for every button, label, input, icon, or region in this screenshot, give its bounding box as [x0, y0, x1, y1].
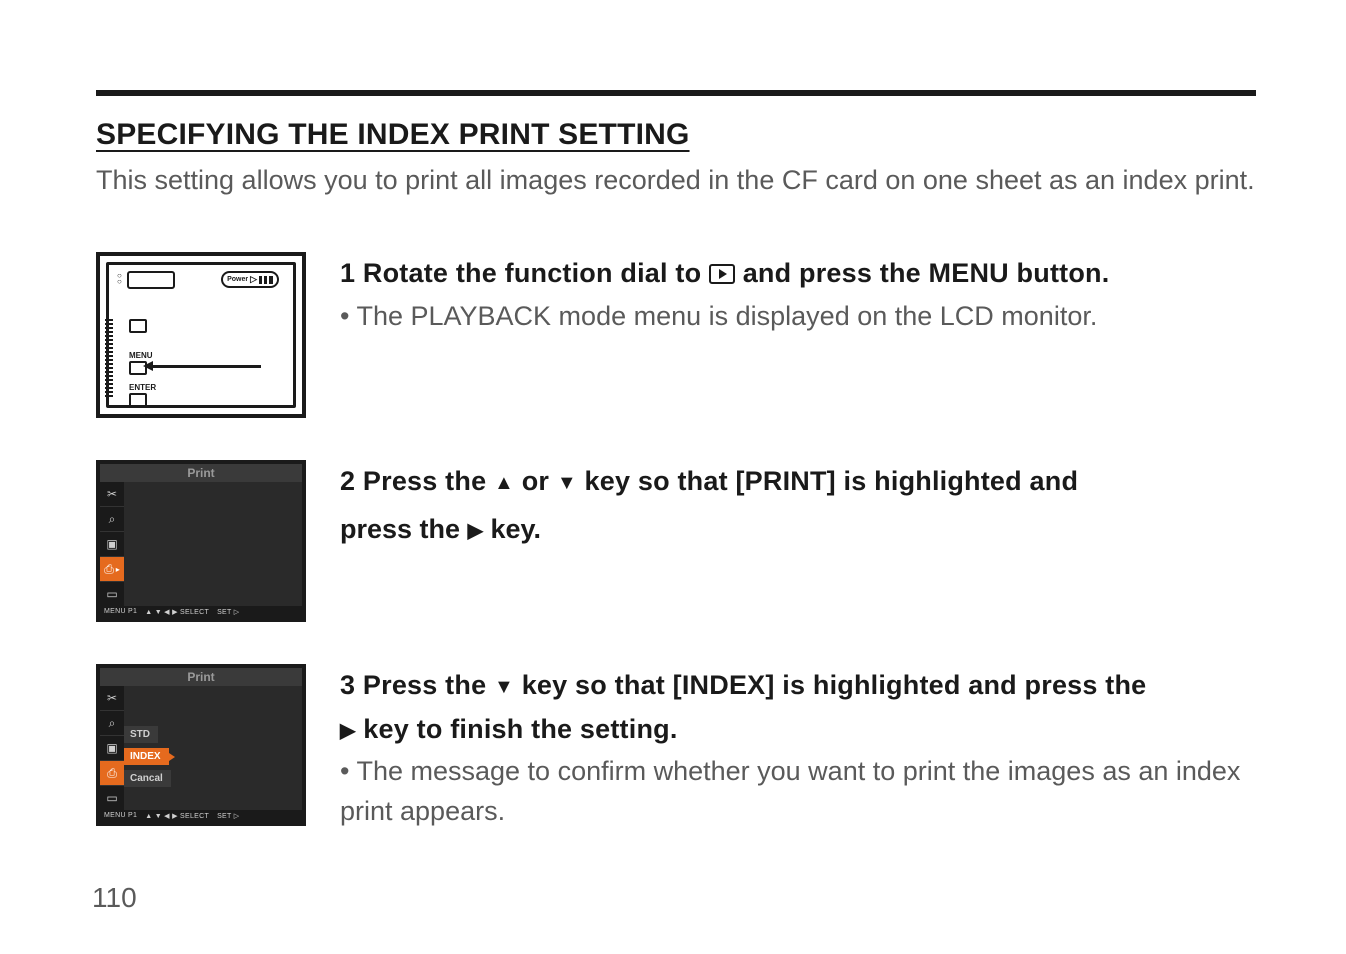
lcd-menu-delete-icon: ✂ [100, 686, 124, 711]
lcd-menu-slideshow-icon: ▣ [100, 532, 124, 557]
intro-text: This setting allows you to print all ima… [96, 162, 1256, 198]
section-divider [96, 90, 1256, 96]
step-3-desc: • The message to confirm whether you wan… [340, 751, 1256, 832]
figure-lcd-index: Print ✂ ⌕ ▣ ⎙ ▭ STD INDEX Cancal [96, 664, 306, 826]
right-arrow-icon: ▶ [468, 512, 483, 550]
arrow-to-menu-icon [151, 365, 261, 368]
step-1-heading: 1 Rotate the function dial to and press … [340, 252, 1256, 295]
step-1-desc: • The PLAYBACK mode menu is displayed on… [340, 296, 1256, 337]
playback-mode-icon [709, 264, 735, 284]
lcd-menu-zoom-icon: ⌕ [100, 507, 124, 532]
down-arrow-icon: ▼ [557, 467, 577, 499]
step-1: ○○ Power ▷ MENU ENTER 1 Rotate the funct… [96, 252, 1256, 418]
lcd-footer-select: ▲ ▼ ◀ ▶ SELECT [145, 812, 209, 820]
lcd-menu-delete-icon: ✂ [100, 482, 124, 507]
lcd-menu-print-icon: ⎙ [100, 761, 124, 786]
lcd-option-index: INDEX [124, 748, 169, 765]
up-arrow-icon: ▲ [494, 467, 514, 499]
lcd-option-cancel: Cancal [124, 770, 171, 787]
step-2: Print ✂ ⌕ ▣ ⎙▸ ▭ MENU P1 ▲ ▼ ◀ ▶ SELECT … [96, 460, 1256, 622]
step-2-heading: 2 Press the ▲ or ▼ key so that [PRINT] i… [340, 460, 1256, 503]
lcd-menu-slideshow-icon: ▣ [100, 736, 124, 761]
lcd-footer-set: SET ▷ [217, 608, 239, 616]
lcd-menu-folder-icon: ▭ [100, 786, 124, 810]
right-arrow-icon: ▶ [340, 715, 356, 747]
lcd-footer-menu: MENU P1 [104, 812, 137, 820]
down-arrow-icon: ▼ [494, 671, 514, 703]
camera-menu-label: MENU [129, 351, 153, 360]
lcd-title: Print [100, 464, 302, 482]
lcd-footer-select: ▲ ▼ ◀ ▶ SELECT [145, 608, 209, 616]
lcd-title-2: Print [100, 668, 302, 686]
camera-enter-label: ENTER [129, 383, 156, 392]
section-heading: SPECIFYING THE INDEX PRINT SETTING [96, 118, 1256, 152]
step-3-heading: 3 Press the ▼ key so that [INDEX] is hig… [340, 664, 1256, 750]
lcd-footer-menu: MENU P1 [104, 608, 137, 616]
lcd-footer-set: SET ▷ [217, 812, 239, 820]
figure-lcd-print: Print ✂ ⌕ ▣ ⎙▸ ▭ MENU P1 ▲ ▼ ◀ ▶ SELECT … [96, 460, 306, 622]
lcd-option-std: STD [124, 726, 158, 743]
figure-camera: ○○ Power ▷ MENU ENTER [96, 252, 306, 418]
lcd-menu-print-icon: ⎙▸ [100, 557, 124, 582]
lcd-menu-folder-icon: ▭ [100, 582, 124, 606]
lcd-menu-zoom-icon: ⌕ [100, 711, 124, 736]
step-3: Print ✂ ⌕ ▣ ⎙ ▭ STD INDEX Cancal [96, 664, 1256, 831]
step-2-heading-line2: press the ▶ key. [340, 504, 1256, 555]
camera-power-label: Power [227, 276, 248, 283]
page-number: 110 [92, 882, 137, 914]
